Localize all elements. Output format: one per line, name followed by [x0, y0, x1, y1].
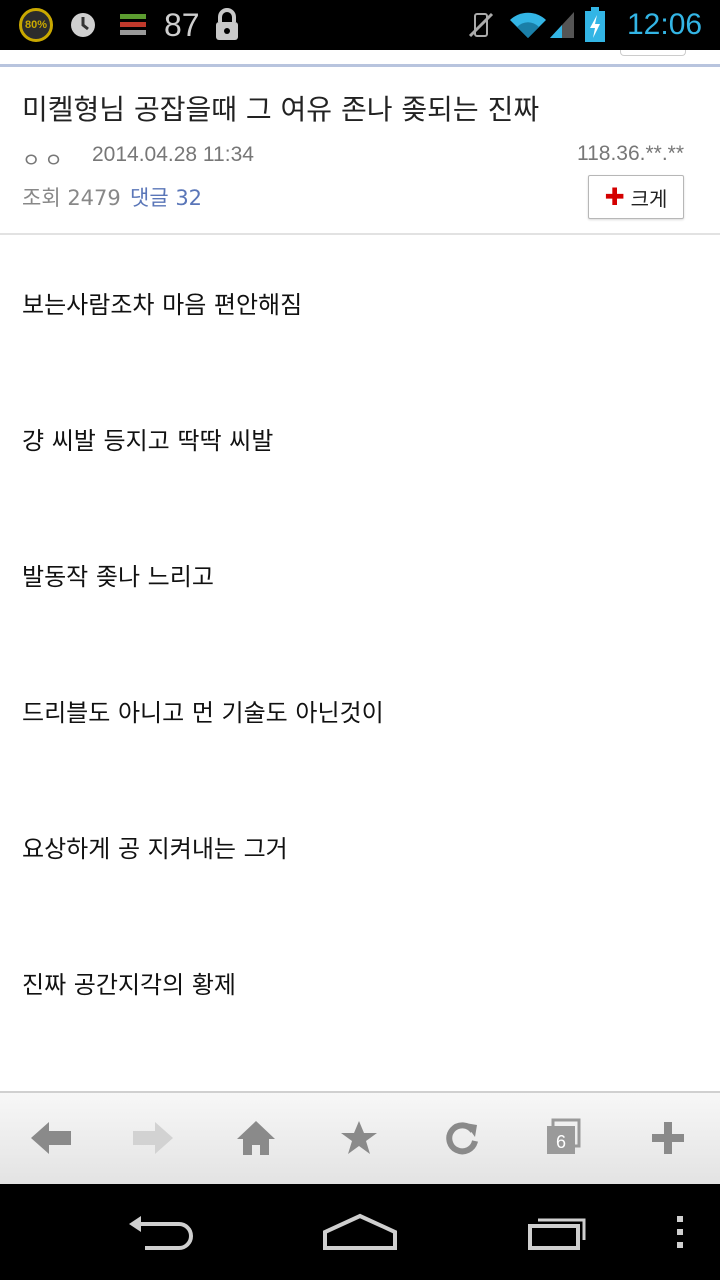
- battery-ring-icon: 80%: [19, 0, 53, 50]
- plus-icon[interactable]: [643, 1113, 693, 1163]
- post-title: 미켈형님 공잡을때 그 여유 존나 좆되는 진짜: [22, 93, 540, 126]
- back-icon[interactable]: [124, 1202, 196, 1262]
- home-icon[interactable]: [231, 1113, 281, 1163]
- author-nickname[interactable]: ㅇㅇ: [22, 144, 67, 173]
- plus-icon: ✚: [604, 183, 625, 211]
- tab-count: 6: [555, 1131, 566, 1152]
- wifi-icon: [508, 0, 548, 50]
- post-date: 2014.04.28 11:34: [92, 143, 254, 166]
- body-line: 보는사람조차 마음 편안해짐: [22, 291, 303, 319]
- tabs-icon[interactable]: 6: [538, 1113, 588, 1163]
- clock-icon: [68, 0, 98, 50]
- home-icon[interactable]: [322, 1202, 398, 1262]
- browser-toolbar: 6: [0, 1091, 720, 1184]
- back-arrow-icon[interactable]: [26, 1113, 76, 1163]
- body-line: 진짜 공간지각의 황제: [22, 971, 236, 999]
- battery-charging-icon: [584, 0, 606, 50]
- enlarge-text-button[interactable]: ✚ 크게: [588, 175, 684, 219]
- signal-icon: [548, 0, 576, 50]
- status-bar: 80% 87 12:06: [0, 0, 720, 50]
- clock-time: 12:06: [627, 8, 703, 41]
- page-top-strip: [0, 50, 720, 64]
- header-accent-rule: [0, 64, 720, 67]
- tab-edge: [620, 50, 686, 56]
- view-count: 조회 2479: [22, 186, 121, 210]
- system-nav-bar: [0, 1184, 720, 1280]
- comment-count-link[interactable]: 댓글 32: [130, 182, 202, 212]
- body-line: 발동작 좆나 느리고: [22, 563, 214, 591]
- refresh-icon[interactable]: [437, 1113, 487, 1163]
- enlarge-label: 크게: [630, 186, 668, 211]
- star-icon[interactable]: [334, 1113, 384, 1163]
- body-line: 걍 씨발 등지고 딱딱 씨발: [22, 427, 274, 455]
- vibrate-muted-icon: [466, 0, 496, 50]
- body-line: 드리블도 아니고 먼 기술도 아닌것이: [22, 699, 384, 727]
- forward-arrow-icon[interactable]: [128, 1113, 178, 1163]
- header-divider: [0, 233, 720, 235]
- body-line: 요상하게 공 지켜내는 그거: [22, 835, 288, 863]
- lock-icon: [212, 0, 242, 50]
- storage-bars-icon: [118, 0, 148, 50]
- notification-count: 87: [164, 6, 200, 43]
- recent-apps-icon[interactable]: [526, 1202, 586, 1262]
- author-ip: 118.36.**.**: [576, 142, 684, 165]
- menu-icon[interactable]: [670, 1202, 690, 1262]
- battery-ring-label: 80%: [19, 8, 53, 42]
